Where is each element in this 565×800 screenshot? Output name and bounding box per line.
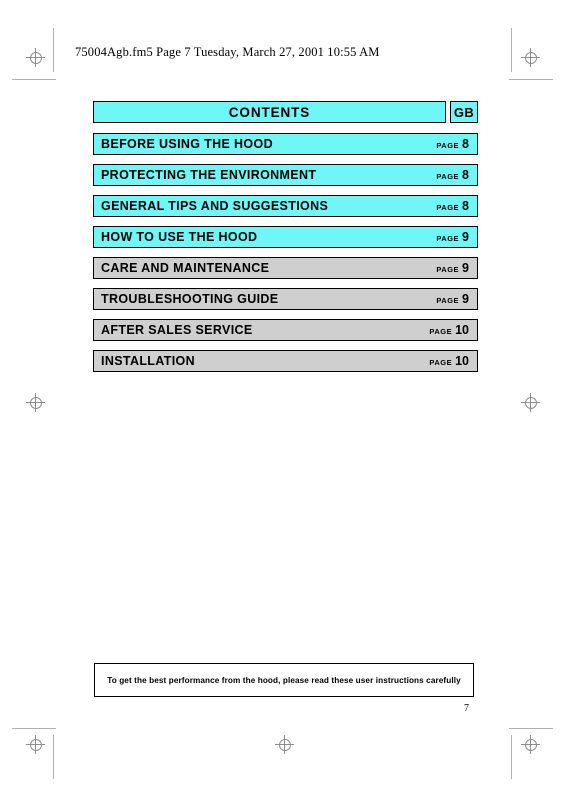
contents-entry-page-word: PAGE <box>436 172 460 181</box>
contents-entry-page-reference: PAGE 8 <box>436 199 469 213</box>
user-instructions-notice-box: To get the best performance from the hoo… <box>94 663 474 697</box>
contents-entry-label: AFTER SALES SERVICE <box>101 323 253 337</box>
contents-title-row: CONTENTS GB <box>93 101 478 123</box>
contents-entry-label: BEFORE USING THE HOOD <box>101 137 273 151</box>
contents-section: CONTENTS GB BEFORE USING THE HOOD PAGE 8 PR… <box>93 101 478 381</box>
contents-entry-page-word: PAGE <box>429 327 453 336</box>
contents-entry-page-number: 9 <box>462 230 469 244</box>
contents-entry-page-reference: PAGE 8 <box>436 137 469 151</box>
contents-entry-page-reference: PAGE 8 <box>436 168 469 182</box>
contents-entry-page-number: 10 <box>455 354 469 368</box>
contents-entry-list: BEFORE USING THE HOOD PAGE 8 PROTECTING THE… <box>93 133 478 372</box>
language-code-label: GB <box>453 104 475 120</box>
registration-mark-bottom-left <box>26 735 45 754</box>
contents-title-box: CONTENTS <box>93 101 446 123</box>
contents-entry-page-word: PAGE <box>436 234 460 243</box>
crop-mark-line-bottom-left-vertical <box>53 735 54 779</box>
contents-entry-page-word: PAGE <box>436 296 460 305</box>
contents-entry-row[interactable]: GENERAL TIPS AND SUGGESTIONS PAGE 8 <box>93 195 478 217</box>
contents-entry-label: GENERAL TIPS AND SUGGESTIONS <box>101 199 329 213</box>
contents-entry-label: CARE AND MAINTENANCE <box>101 261 270 275</box>
contents-entry-page-number: 10 <box>455 323 469 337</box>
contents-entry-row[interactable]: CARE AND MAINTENANCE PAGE 9 <box>93 257 478 279</box>
contents-entry-page-word: PAGE <box>429 358 453 367</box>
contents-entry-label: PROTECTING THE ENVIRONMENT <box>101 168 317 182</box>
document-header-line: 75004Agb.fm5 Page 7 Tuesday, March 27, 2… <box>75 45 380 59</box>
contents-entry-page-reference: PAGE 10 <box>429 323 469 337</box>
crop-mark-line-bottom-right-vertical <box>511 735 512 779</box>
crop-mark-line-top-left-vertical <box>53 28 54 72</box>
contents-entry-page-number: 8 <box>462 168 469 182</box>
contents-entry-row[interactable]: HOW TO USE THE HOOD PAGE 9 <box>93 226 478 248</box>
user-instructions-notice-text: To get the best performance from the hoo… <box>107 675 461 685</box>
crop-mark-line-top-right-vertical <box>511 28 512 72</box>
registration-mark-top-left <box>26 48 45 67</box>
crop-mark-line-bottom-right-horizontal <box>509 728 553 729</box>
contents-entry-page-reference: PAGE 9 <box>436 292 469 306</box>
contents-entry-row[interactable]: INSTALLATION PAGE 10 <box>93 350 478 372</box>
document-page: 75004Agb.fm5 Page 7 Tuesday, March 27, 2… <box>0 0 565 800</box>
registration-mark-middle-left <box>26 393 45 412</box>
registration-mark-middle-right <box>521 393 540 412</box>
contents-entry-label: HOW TO USE THE HOOD <box>101 230 258 244</box>
contents-entry-row[interactable]: PROTECTING THE ENVIRONMENT PAGE 8 <box>93 164 478 186</box>
crop-mark-line-top-left-horizontal <box>12 79 56 80</box>
contents-entry-page-word: PAGE <box>436 265 460 274</box>
contents-entry-page-word: PAGE <box>436 203 460 212</box>
contents-entry-row[interactable]: BEFORE USING THE HOOD PAGE 8 <box>93 133 478 155</box>
registration-mark-bottom-right <box>521 735 540 754</box>
page-number-label: 7 <box>464 703 469 714</box>
contents-entry-page-word: PAGE <box>436 141 460 150</box>
contents-entry-page-number: 9 <box>462 292 469 306</box>
contents-entry-label: INSTALLATION <box>101 354 196 368</box>
contents-entry-page-number: 9 <box>462 261 469 275</box>
language-code-box: GB <box>450 101 478 123</box>
contents-entry-page-number: 8 <box>462 137 469 151</box>
contents-entry-page-reference: PAGE 9 <box>436 230 469 244</box>
registration-mark-bottom-center <box>275 735 294 754</box>
contents-entry-row[interactable]: TROUBLESHOOTING GUIDE PAGE 9 <box>93 288 478 310</box>
crop-mark-line-top-right-horizontal <box>509 79 553 80</box>
contents-entry-page-number: 8 <box>462 199 469 213</box>
contents-entry-page-reference: PAGE 10 <box>429 354 469 368</box>
crop-mark-line-bottom-left-horizontal <box>12 728 56 729</box>
contents-entry-page-reference: PAGE 9 <box>436 261 469 275</box>
contents-entry-row[interactable]: AFTER SALES SERVICE PAGE 10 <box>93 319 478 341</box>
contents-entry-label: TROUBLESHOOTING GUIDE <box>101 292 279 306</box>
registration-mark-top-right <box>521 48 540 67</box>
page-title: CONTENTS <box>228 104 311 120</box>
